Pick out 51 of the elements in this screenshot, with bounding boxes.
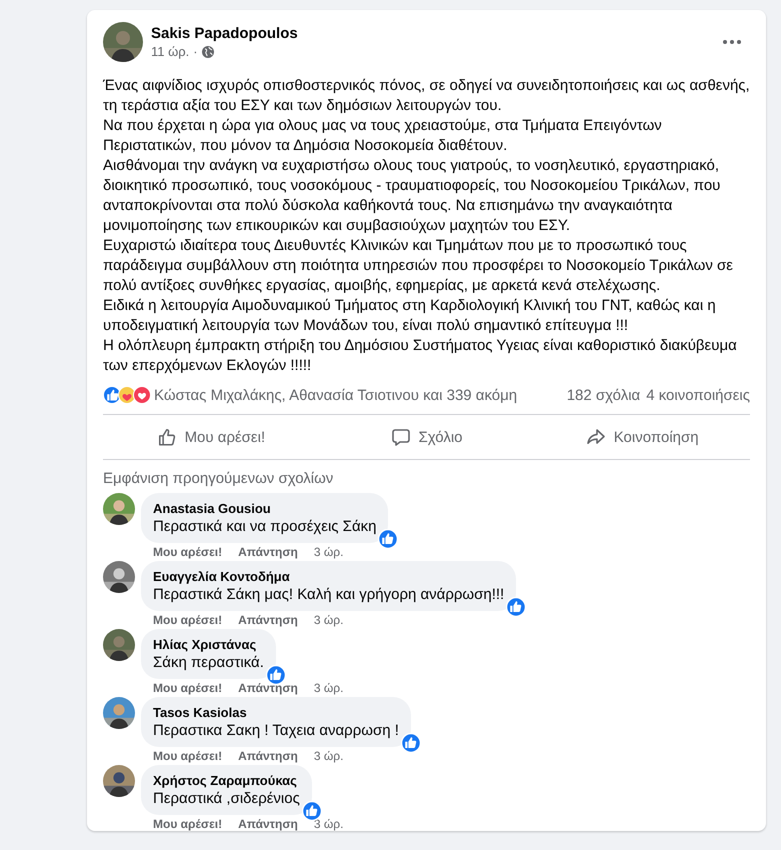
- reactions-summary[interactable]: Κώστας Μιχαλάκης, Αθανασία Τσιοτινου και 339 ακόμη: [154, 386, 561, 404]
- like-badge-icon: [378, 529, 398, 549]
- commenter-name[interactable]: Tasos Kasiolas: [153, 705, 399, 720]
- comment-time[interactable]: 3 ώρ.: [314, 545, 344, 559]
- comment-time[interactable]: 3 ώρ.: [314, 613, 344, 627]
- like-badge-icon: [506, 597, 526, 617]
- speech-bubble-icon: [390, 427, 411, 447]
- reply-link[interactable]: Απάντηση: [238, 613, 298, 627]
- reply-link[interactable]: Απάντηση: [238, 545, 298, 559]
- share-arrow-icon: [586, 427, 606, 447]
- comment-time[interactable]: 3 ώρ.: [314, 681, 344, 695]
- like-link[interactable]: Μου αρέσει!: [153, 817, 222, 831]
- heart-reaction-icon: [133, 386, 151, 404]
- like-link[interactable]: Μου αρέσει!: [153, 681, 222, 695]
- comment-text: Περαστικά Σάκη μας! Καλή και γρήγορη ανάρρωση!!!: [153, 586, 504, 603]
- reply-link[interactable]: Απάντηση: [238, 749, 298, 763]
- like-link[interactable]: Μου αρέσει!: [153, 545, 222, 559]
- globe-icon: [202, 46, 214, 58]
- comment-time[interactable]: 3 ώρ.: [314, 817, 344, 831]
- commenter-name[interactable]: Ηλίας Χριστάνας: [153, 637, 264, 652]
- separator-dot: ·: [193, 44, 198, 59]
- commenter-name[interactable]: Ευαγγελία Κοντοδήμα: [153, 569, 504, 584]
- share-count[interactable]: 4 κοινοποιήσεις: [646, 386, 750, 404]
- post-paragraph: Να που έρχεται η ώρα για ολους μας να τους χρειαστούμε, στα Τμήματα Επειγόντων Περιστατικών, που μόνον τα Δημόσια Νοσοκομεία διαθέτουν.: [103, 116, 663, 156]
- commenter-name[interactable]: Χρήστος Ζαραμπούκας: [153, 773, 300, 788]
- thumbs-up-icon: [156, 427, 177, 447]
- like-link[interactable]: Μου αρέσει!: [153, 749, 222, 763]
- comment-text: Περαστικα Σακη ! Ταχεια αναρρωση !: [153, 722, 399, 739]
- author-name[interactable]: Sakis Papadopoulos: [151, 25, 706, 42]
- like-badge-icon: [266, 665, 286, 685]
- reply-link[interactable]: Απάντηση: [238, 681, 298, 695]
- comment-text: Περαστικά και να προσέχεις Σάκη: [153, 518, 376, 535]
- like-badge-icon: [400, 733, 421, 753]
- commenter-name[interactable]: Anastasia Gousiou: [153, 501, 376, 516]
- post-paragraph: Αισθάνομαι την ανάγκη να ευχαριστήσω ολους τους γιατρούς, το νοσηλευτικό, εργαστηριακό, διοικητικό προσωπικό, τους νοσοκόμους - τραυματιοφορείς, του Νοσοκομείου Τρικάλων, που ανταποκρίνονται στα πολύ δύσκολα καθήκοντά τους. Να επισημάνω την αναγκαιότητα μονιμοποίησης των επικουρικών και συμβασιούχων μαχητών του ΕΣΥ.: [103, 156, 722, 236]
- comment-text: Σάκη περαστικά.: [153, 654, 264, 671]
- like-button[interactable]: Μου αρέσει!: [103, 419, 319, 455]
- post-paragraph: Ένας αιφνίδιος ισχυρός οπισθοστερνικός πόνος, σε οδηγεί να συνειδητοποιήσεις και ως ασθενής, τη τεράστια αξία του ΕΣΥ και των δημόσιων λειτουργών του.: [103, 76, 750, 116]
- comment-count[interactable]: 182 σχόλια: [566, 386, 640, 404]
- post-paragraph: Η ολόπλευρη έμπρακτη στήριξη του Δημόσιου Συστήματος Υγειας είναι καθοριστικό διακύβευμα των επερχόμενων Εκλογών !!!!!: [103, 336, 738, 376]
- post-paragraph: Ευχαριστώ ιδιαίτερα τους Διευθυντές Κλινικών και Τμημάτων που με το προσωπικό τους παράδειγμα συμβάλλουν στη ποιότητα υπηρεσιών που προσφέρει το Νοσοκομείο Τρικάλων σε πολύ αντίξοες συνθήκες εργασίας, αμοιβής, εφημερίας, με αρκετά κενά στελέχωσης.: [103, 236, 734, 296]
- post-paragraph: Ειδικά η λειτουργία Αιμοδυναμικού Τμήματος στη Καρδιολογική Κλινική του ΓΝΤ, καθώς και η υποδειγματική λειτουργία των Μονάδων του, είναι πολύ σημαντικό επίτευγμα !!!: [103, 296, 717, 336]
- post-time[interactable]: 11 ώρ.: [151, 44, 190, 59]
- comment-text: Περαστικά ,σιδερένιος: [153, 790, 300, 807]
- comment-button[interactable]: Σχόλιο: [318, 419, 534, 455]
- share-button[interactable]: Κοινοποίηση: [534, 419, 750, 455]
- reply-link[interactable]: Απάντηση: [238, 817, 298, 831]
- comment-time[interactable]: 3 ώρ.: [314, 749, 344, 763]
- like-link[interactable]: Μου αρέσει!: [153, 613, 222, 627]
- previous-comments-link[interactable]: Εμφάνιση προηγούμενων σχολίων: [103, 470, 334, 487]
- like-badge-icon: [302, 801, 322, 821]
